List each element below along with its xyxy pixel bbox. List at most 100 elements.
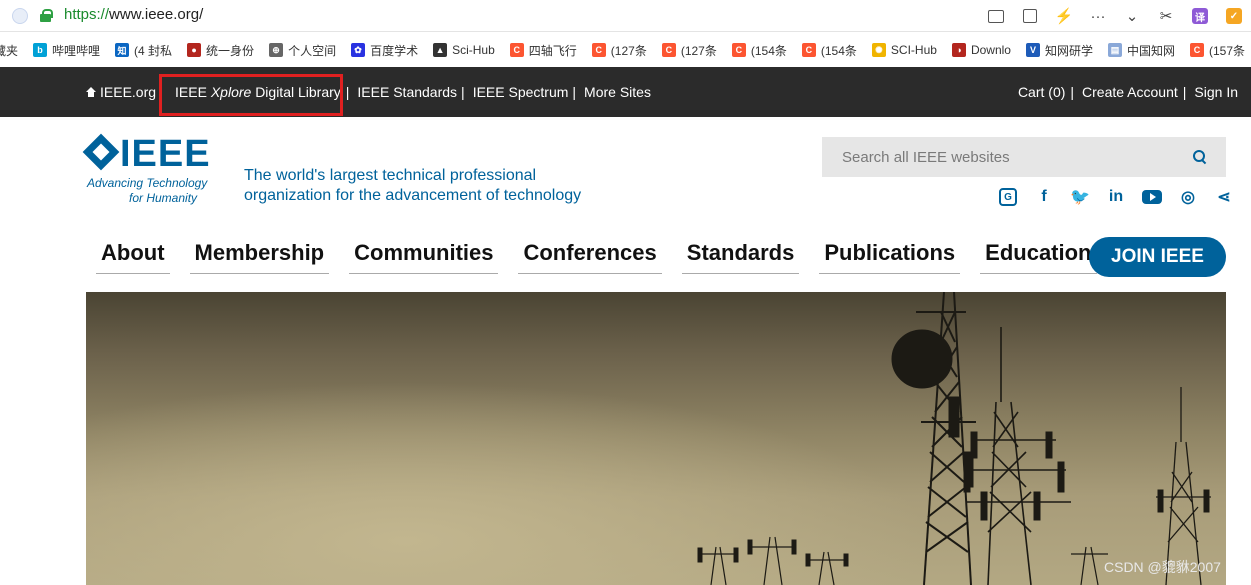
- separator: |: [461, 84, 465, 100]
- bookmark-favicon-icon: b: [33, 43, 48, 57]
- bookmark-label: 哔哩哔哩: [52, 43, 101, 58]
- bookmark-favicon-icon: C: [801, 43, 816, 57]
- nav-item-membership[interactable]: Membership: [189, 236, 330, 274]
- bookmark-item[interactable]: ✿ 百度学术: [351, 42, 418, 59]
- bookmark-label: 统一身份: [206, 43, 255, 58]
- tagline-line-2: organization for the advancement of tech…: [244, 187, 582, 204]
- bookmark-label: 藏夹: [0, 43, 19, 58]
- screenshot-icon[interactable]: [979, 0, 1013, 32]
- bookmark-item[interactable]: C (127条: [591, 42, 647, 59]
- nav-item-education[interactable]: Education: [980, 236, 1097, 274]
- bookmark-item[interactable]: ▤ 中国知网: [1107, 42, 1175, 59]
- bookmark-favicon-icon: C: [661, 43, 676, 57]
- bookmark-label: 百度学术: [370, 43, 419, 58]
- separator: |: [1070, 84, 1075, 100]
- bookmark-favicon-icon: C: [591, 43, 606, 57]
- create-account-link[interactable]: Create Account: [1082, 84, 1178, 100]
- bookmark-item[interactable]: ⊕ 个人空间: [269, 42, 336, 59]
- ieee-standards-link[interactable]: IEEE Standards: [357, 84, 457, 100]
- more-sites-link[interactable]: More Sites: [584, 84, 651, 100]
- bookmark-favicon-icon: ⊕: [269, 43, 284, 57]
- bookmark-item[interactable]: b 哔哩哔哩: [33, 42, 100, 59]
- separator: |: [345, 84, 350, 100]
- chevron-down-icon[interactable]: ⌄: [1115, 0, 1149, 32]
- separator: |: [1182, 84, 1187, 100]
- bookmark-item[interactable]: C 四轴飞行: [509, 42, 577, 59]
- scissors-icon[interactable]: ✂: [1149, 0, 1183, 32]
- logo-word: IEEE: [120, 133, 211, 175]
- bookmark-item[interactable]: 知 (4 封私: [115, 42, 172, 59]
- ieee-spectrum-link[interactable]: IEEE Spectrum: [473, 84, 569, 100]
- bookmark-item[interactable]: C (154条: [731, 42, 787, 59]
- bookmark-favicon-icon: ▲: [433, 43, 448, 57]
- main-nav: About Membership Communities Conferences Sta…: [96, 236, 1117, 276]
- xplore-suffix: Digital Library: [255, 84, 341, 100]
- search-input[interactable]: [822, 137, 1182, 177]
- bookmark-label: 四轴飞行: [528, 43, 577, 58]
- lightning-icon[interactable]: ⚡: [1047, 0, 1081, 32]
- bookmark-item[interactable]: 藏夹: [0, 42, 18, 59]
- social-links: Gf 🐦 in ◎ ⋖: [990, 186, 1242, 208]
- bookmark-label: 个人空间: [288, 43, 337, 58]
- bookmark-favicon-icon: ✿: [351, 43, 366, 57]
- nav-item-communities[interactable]: Communities: [349, 236, 499, 274]
- nav-item-about[interactable]: About: [96, 236, 170, 274]
- sign-in-link[interactable]: Sign In: [1194, 84, 1238, 100]
- translate-extension-icon[interactable]: 译: [1183, 0, 1217, 32]
- bookmark-item[interactable]: ✺ SCI-Hub: [871, 43, 937, 57]
- ieee-collabratec-icon[interactable]: G: [990, 186, 1026, 208]
- site-favicon-icon: [12, 8, 28, 24]
- bookmark-item[interactable]: C (154条: [801, 42, 857, 59]
- join-ieee-button[interactable]: JOIN IEEE: [1089, 237, 1226, 277]
- more-icon[interactable]: ···: [1081, 0, 1115, 32]
- bookmark-label: Downlo: [970, 43, 1011, 57]
- bookmark-item[interactable]: V 知网研学: [1025, 42, 1093, 59]
- shield-extension-icon[interactable]: ✓: [1217, 0, 1251, 32]
- tagline-line-1: The world's largest technical profession…: [244, 167, 537, 184]
- nav-item-standards[interactable]: Standards: [681, 236, 800, 274]
- ieee-top-bar: IEEE.org IEEE Xplore Digital Library | I…: [0, 67, 1251, 117]
- site-search: [822, 137, 1226, 177]
- bookmark-item[interactable]: ◑ Downlo: [951, 43, 1011, 57]
- bookmark-label: SCI-Hub: [890, 43, 937, 57]
- bookmark-favicon-icon: ●: [187, 43, 202, 57]
- bookmark-label: 知网研学: [1044, 43, 1093, 58]
- url-scheme: https://: [64, 6, 110, 23]
- bookmark-label: (157条: [1209, 43, 1246, 58]
- hero-image: [86, 292, 1226, 585]
- translate-icon[interactable]: [1013, 0, 1047, 32]
- browser-address-bar: https://www.ieee.org/ ⚡ ··· ⌄ ✂ 译 ✓: [0, 0, 1251, 32]
- bookmark-label: Sci-Hub: [452, 43, 495, 57]
- cart-link[interactable]: Cart (0): [1018, 84, 1065, 100]
- separator: |: [572, 84, 577, 100]
- share-icon[interactable]: ⋖: [1206, 186, 1242, 208]
- url-field[interactable]: https://www.ieee.org/: [64, 6, 203, 23]
- twitter-icon[interactable]: 🐦: [1062, 186, 1098, 208]
- bookmarks-bar: 藏夹 b 哔哩哔哩知 (4 封私 ● 统一身份 ⊕ 个人空间 ✿ 百度学术 ▲ Sci-Hub C 四轴飞…: [0, 33, 1251, 67]
- facebook-icon[interactable]: f: [1026, 186, 1062, 208]
- ieee-diamond-icon: [82, 133, 120, 171]
- bookmark-favicon-icon: C: [509, 43, 524, 57]
- instagram-icon[interactable]: ◎: [1170, 186, 1206, 208]
- url-host: www.ieee.org/: [109, 6, 204, 23]
- bookmark-favicon-icon: ✺: [871, 43, 886, 57]
- logo-tagline-1: Advancing Technology: [87, 176, 208, 190]
- logo-tagline-2: for Humanity: [129, 191, 198, 205]
- ieee-logo[interactable]: IEEE Advancing Technology for Humanity: [82, 133, 210, 207]
- bookmark-item[interactable]: C (127条: [661, 42, 717, 59]
- nav-item-conferences[interactable]: Conferences: [518, 236, 662, 274]
- search-icon[interactable]: [1193, 150, 1206, 163]
- bookmark-favicon-icon: V: [1025, 43, 1040, 57]
- lock-icon: [40, 9, 53, 22]
- youtube-icon[interactable]: [1134, 186, 1170, 208]
- bookmark-favicon-icon: C: [731, 43, 746, 57]
- xplore-italic: Xplore: [210, 84, 252, 100]
- bookmark-item[interactable]: ▲ Sci-Hub: [433, 43, 495, 57]
- bookmark-item[interactable]: C (157条: [1190, 42, 1245, 59]
- nav-item-publications[interactable]: Publications: [819, 236, 961, 274]
- ieee-org-link[interactable]: IEEE.org: [86, 84, 156, 100]
- bookmark-item[interactable]: ● 统一身份: [187, 42, 254, 59]
- bookmark-favicon-icon: ▤: [1107, 43, 1122, 57]
- xplore-link[interactable]: IEEE Xplore Digital Library: [175, 84, 341, 100]
- linkedin-icon[interactable]: in: [1098, 186, 1134, 208]
